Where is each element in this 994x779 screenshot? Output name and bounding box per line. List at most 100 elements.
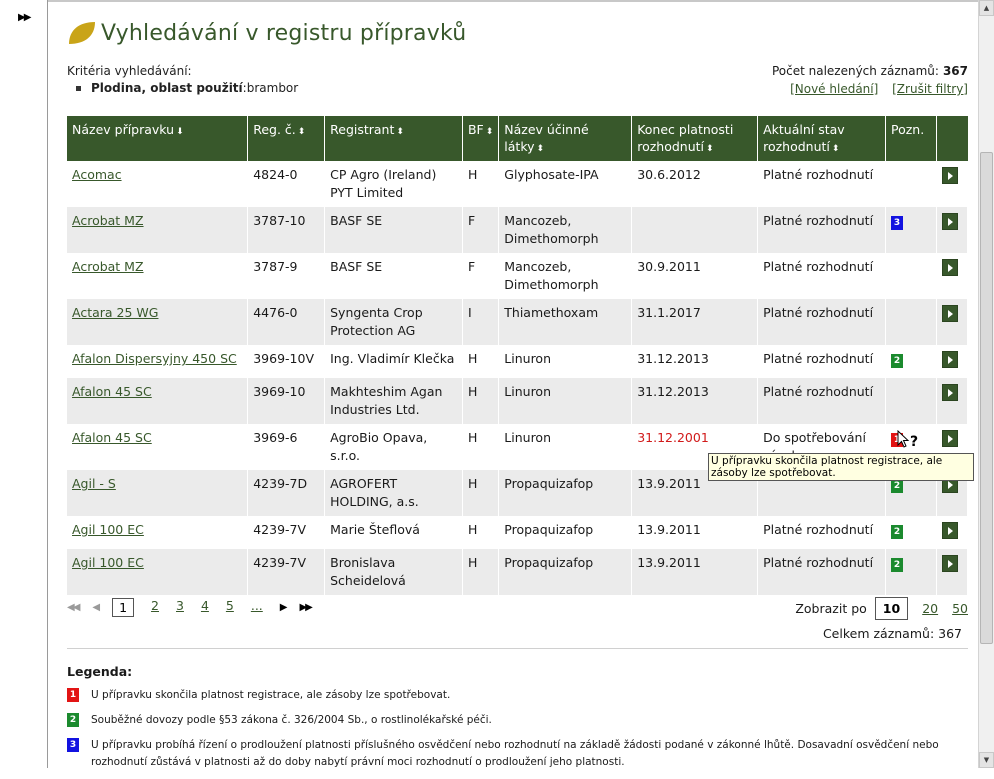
arrow-right-icon[interactable] (941, 522, 958, 539)
page-size-option[interactable]: 50 (952, 601, 968, 616)
first-page-icon[interactable]: ◀◀ (67, 602, 80, 613)
column-header[interactable]: BF ⬍ (462, 116, 500, 161)
count-value: 367 (942, 64, 968, 78)
arrow-right-icon[interactable] (941, 259, 958, 276)
cell-note (885, 378, 937, 424)
scroll-up-icon[interactable]: ▲ (979, 0, 994, 16)
cell-registrant: Marie Šteflová (324, 516, 463, 549)
cell-reg-number: 3969-10V (247, 345, 326, 378)
legend-badge: 1 (67, 688, 79, 702)
page-size-label: Zobrazit po (795, 601, 867, 616)
page-link[interactable]: 2 (151, 598, 159, 617)
registrant: AGROFERT HOLDING, a.s. (330, 476, 419, 509)
product-name-link[interactable]: Acrobat MZ (72, 259, 144, 274)
page-link[interactable]: 1 (112, 598, 135, 617)
product-name-link[interactable]: Actara 25 WG (72, 305, 158, 320)
sort-icon[interactable]: ⬍ (298, 127, 306, 137)
sort-icon[interactable]: ⬍ (706, 144, 714, 154)
cell-active-substance: Mancozeb, Dimethomorph (498, 253, 633, 299)
sort-icon[interactable]: ⬍ (486, 127, 494, 137)
next-page-icon[interactable]: ▶ (280, 602, 288, 613)
reg-number: 3787-10 (253, 213, 306, 228)
cell-reg-number: 4824-0 (247, 161, 326, 207)
column-header[interactable]: Název přípravku ⬇ (67, 116, 249, 161)
active-substance: Mancozeb, Dimethomorph (504, 213, 599, 246)
last-page-icon[interactable]: ▶▶ (299, 602, 312, 613)
cell-registrant: AgroBio Opava, s.r.o. (324, 424, 463, 470)
new-search-link[interactable]: [Nové hledání] (790, 82, 878, 96)
cell-registrant: Syngenta Crop Protection AG (324, 299, 463, 345)
cell-bf-code: H (462, 345, 500, 378)
cell-decision-status: Platné rozhodnutí (757, 253, 886, 299)
column-header[interactable]: Registrant ⬍ (324, 116, 463, 161)
legend-items: 1 U přípravku skončila platnost registrac… (67, 687, 968, 771)
table-row: Acrobat MZ 3787-9 BASF SE F Mancozeb, Dimet… (67, 253, 969, 299)
cell-product-name-link: Afalon Dispersyjny 450 SC (67, 345, 249, 378)
cell-bf-code: H (462, 549, 500, 595)
sort-icon[interactable]: ⬍ (832, 144, 840, 154)
product-name-link[interactable]: Afalon 45 SC (72, 430, 152, 445)
column-header[interactable]: Konec platnosti rozhodnutí ⬍ (631, 116, 759, 161)
column-header[interactable]: Aktuální stav rozhodnutí ⬍ (757, 116, 886, 161)
note-badge[interactable]: 2 (890, 354, 903, 368)
page-link[interactable]: 4 (201, 598, 209, 617)
cell-bf-code: F (462, 207, 500, 253)
page-size-option[interactable]: 10 (874, 597, 909, 620)
vertical-scrollbar[interactable]: ▲ ▼ (978, 0, 994, 768)
sort-icon[interactable]: ⬍ (537, 144, 545, 154)
arrow-right-icon[interactable] (941, 351, 958, 368)
clear-filters-link[interactable]: [Zrušit filtry] (892, 82, 968, 96)
page-size-option[interactable]: 20 (922, 601, 938, 616)
product-name-link[interactable]: Agil - S (72, 476, 116, 491)
active-substance: Propaquizafop (504, 555, 594, 570)
arrow-right-icon[interactable] (941, 213, 958, 230)
column-header[interactable]: Reg. č. ⬍ (247, 116, 326, 161)
page-link[interactable]: 3 (176, 598, 184, 617)
product-name-link[interactable]: Agil 100 EC (72, 522, 144, 537)
cell-decision-status: Platné rozhodnutí (757, 345, 886, 378)
cell-product-name-link: Afalon 45 SC (67, 378, 249, 424)
expand-icon[interactable]: ▶▶ (18, 12, 31, 23)
sort-icon[interactable]: ⬍ (396, 127, 404, 137)
note-badge[interactable]: 3 (890, 216, 903, 230)
registrant: BASF SE (330, 213, 383, 228)
page-link[interactable]: 5 (226, 598, 234, 617)
arrow-right-icon[interactable] (941, 384, 958, 401)
legend-badge: 2 (67, 713, 79, 727)
legend-item: 2 Souběžné dovozy podle §53 zákona č. 326… (67, 712, 968, 729)
note-badge[interactable]: 2 (890, 525, 903, 539)
cell-active-substance: Linuron (498, 378, 633, 424)
decision-status: Platné rozhodnutí (763, 259, 874, 274)
page-links: 1 2 3 4 5... (112, 598, 280, 617)
sort-icon[interactable]: ⬇ (176, 127, 184, 137)
reg-number: 4239-7V (253, 522, 307, 537)
prev-page-icon[interactable]: ◀ (92, 602, 100, 613)
cell-validity-end: 13.9.2011 (631, 516, 759, 549)
note-badge[interactable]: 2 (890, 479, 903, 493)
note-badge[interactable]: 2 (890, 558, 903, 572)
cell-note: 3 (885, 207, 937, 253)
active-substance: Thiamethoxam (504, 305, 599, 320)
cell-product-name-link: Actara 25 WG (67, 299, 249, 345)
arrow-right-icon[interactable] (941, 167, 958, 184)
svg-text:?: ? (910, 434, 918, 450)
validity-end: 13.9.2011 (637, 522, 701, 537)
product-name-link[interactable]: Afalon 45 SC (72, 384, 152, 399)
arrow-right-icon[interactable] (941, 430, 958, 447)
reg-number: 4239-7D (253, 476, 308, 491)
table-row: Afalon 45 SC 3969-10 Makhteshim Agan Indu… (67, 378, 969, 424)
product-name-link[interactable]: Acrobat MZ (72, 213, 144, 228)
cell-registrant: BASF SE (324, 207, 463, 253)
product-name-link[interactable]: Acomac (72, 167, 122, 182)
arrow-right-icon[interactable] (941, 555, 958, 572)
arrow-right-icon[interactable] (941, 305, 958, 322)
reg-number: 4239-7V (253, 555, 307, 570)
scroll-down-icon[interactable]: ▼ (979, 752, 994, 768)
scroll-thumb[interactable] (980, 152, 993, 644)
cell-product-name-link: Acrobat MZ (67, 253, 249, 299)
column-header[interactable]: Název účinné látky ⬍ (498, 116, 633, 161)
page-link[interactable]: ... (251, 598, 263, 617)
product-name-link[interactable]: Afalon Dispersyjny 450 SC (72, 351, 237, 366)
product-name-link[interactable]: Agil 100 EC (72, 555, 144, 570)
validity-end: 13.9.2011 (637, 555, 701, 570)
